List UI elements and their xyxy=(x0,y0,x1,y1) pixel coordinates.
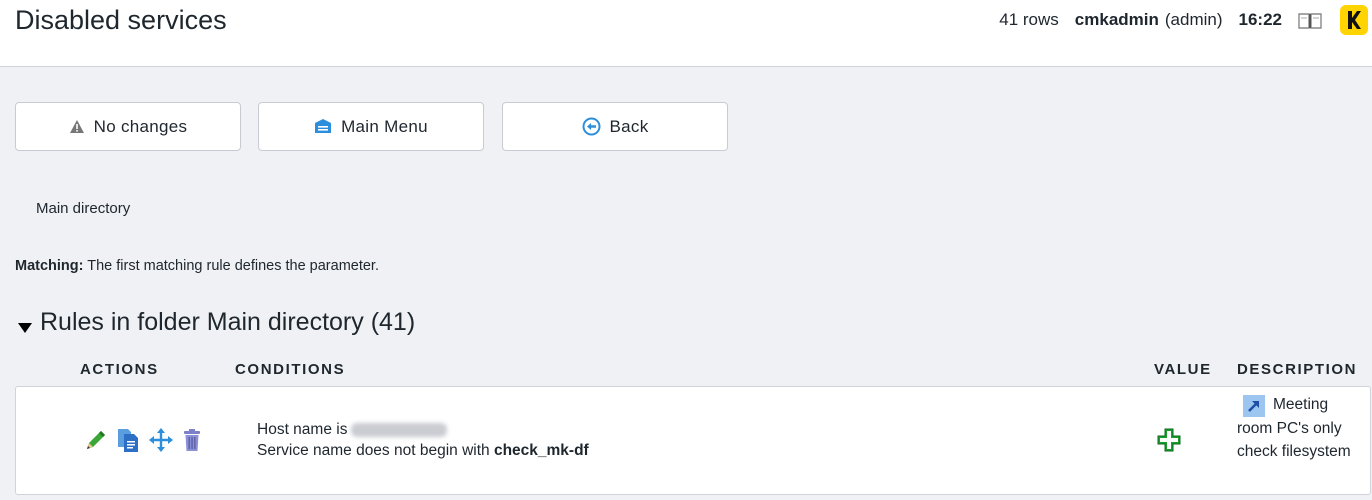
condition-host-label: Host name is xyxy=(257,421,348,438)
main-menu-icon xyxy=(314,118,332,135)
book-icon[interactable] xyxy=(1298,10,1324,30)
edit-icon[interactable] xyxy=(84,428,108,452)
page-header: Disabled services 41 rows cmkadmin (admi… xyxy=(0,0,1372,67)
condition-service: Service name does not begin with check_m… xyxy=(257,440,589,461)
rule-description: Meeting room PC's only check filesystem xyxy=(1237,393,1367,463)
logo-icon[interactable] xyxy=(1340,5,1368,35)
no-changes-label: No changes xyxy=(93,116,188,136)
back-icon xyxy=(582,117,601,136)
move-icon[interactable] xyxy=(148,427,174,453)
table-row: Host name is Service name does not begin… xyxy=(15,386,1371,495)
delete-icon[interactable] xyxy=(182,428,202,452)
column-header-description: DESCRIPTION xyxy=(1237,361,1358,378)
value-plus-icon xyxy=(1156,427,1182,458)
folder-title: Rules in folder Main directory (41) xyxy=(40,308,416,336)
blurred-host-name xyxy=(351,422,448,437)
column-header-value: VALUE xyxy=(1154,361,1212,378)
back-button[interactable]: Back xyxy=(502,102,728,151)
rule-link-icon[interactable] xyxy=(1243,395,1265,417)
folder-header[interactable]: Rules in folder Main directory (41) xyxy=(18,308,415,337)
condition-service-value: check_mk-df xyxy=(493,442,589,459)
column-header-actions: ACTIONS xyxy=(80,361,159,378)
header-status: 41 rows cmkadmin (admin) 16:22 xyxy=(999,0,1372,40)
main-menu-label: Main Menu xyxy=(341,116,428,136)
main-menu-button[interactable]: Main Menu xyxy=(258,102,484,151)
breadcrumb[interactable]: Main directory xyxy=(36,200,130,217)
rule-actions xyxy=(84,427,202,453)
back-label: Back xyxy=(609,116,649,136)
collapse-triangle-icon[interactable] xyxy=(18,322,32,333)
page-title: Disabled services xyxy=(15,5,227,35)
user-role: (admin) xyxy=(1164,10,1223,29)
row-count: 41 rows xyxy=(999,10,1059,29)
matching-info: Matching: The first matching rule define… xyxy=(15,258,379,274)
column-header-conditions: CONDITIONS xyxy=(235,361,346,378)
matching-text: The first matching rule defines the para… xyxy=(83,258,379,274)
clone-icon[interactable] xyxy=(116,427,140,453)
matching-label: Matching: xyxy=(15,258,84,274)
username[interactable]: cmkadmin xyxy=(1075,10,1159,30)
warning-icon xyxy=(69,119,85,134)
condition-service-label: Service name does not begin with xyxy=(257,442,494,459)
rule-conditions: Host name is Service name does not begin… xyxy=(257,419,589,461)
condition-host: Host name is xyxy=(257,419,589,440)
no-changes-button[interactable]: No changes xyxy=(15,102,241,151)
clock: 16:22 xyxy=(1238,10,1282,29)
